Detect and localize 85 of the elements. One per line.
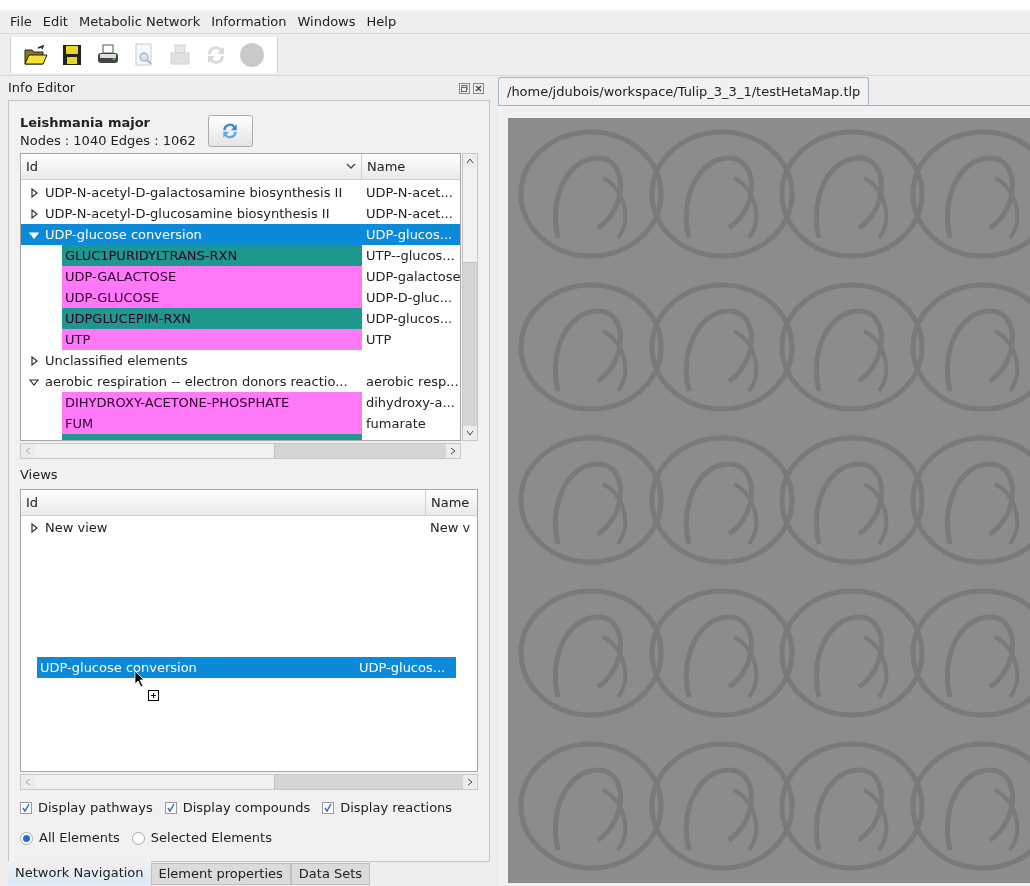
checkbox-label[interactable]: Display pathways <box>38 798 153 818</box>
radio-label[interactable]: Selected Elements <box>150 828 272 848</box>
tree-item-name: dihydroxy-a... <box>365 393 455 412</box>
scrollbar-thumb[interactable] <box>463 168 477 263</box>
tree-item-label: UDP-GLUCOSE <box>65 288 160 307</box>
tree-item-label: aerobic respiration -- electron donors reactio... <box>45 372 348 391</box>
expand-arrow-icon[interactable] <box>29 208 39 219</box>
tree-item-label: DIHYDROXY-ACETONE-PHOSPHATE <box>65 393 290 412</box>
menu-item[interactable]: Windows <box>297 11 356 32</box>
drag-item-label: UDP-glucose conversion <box>39 658 198 677</box>
checkbox[interactable] <box>164 802 177 814</box>
tree-row[interactable]: aerobic respiration -- electron donors reactio... aerobic resp... <box>21 371 460 392</box>
tree-item-label: UDP-glucose conversion <box>45 225 202 244</box>
dock-title: Info Editor <box>8 79 76 98</box>
menu-item[interactable]: Metabolic Network <box>78 11 201 32</box>
tree-item-label: FUM <box>65 414 94 433</box>
tree-item-name: UDP-N-acet... <box>365 204 453 223</box>
expand-arrow-icon[interactable] <box>29 187 39 198</box>
tab[interactable]: Network Navigation <box>8 861 151 885</box>
radio-button[interactable] <box>131 831 145 845</box>
checkbox-label[interactable]: Display reactions <box>340 798 453 818</box>
horizontal-scrollbar[interactable] <box>20 443 461 459</box>
tree-item-label: UDP-GALACTOSE <box>65 267 177 286</box>
tree-child-row[interactable]: FUM <box>62 413 362 434</box>
tree-item-label: Unclassified elements <box>45 351 188 370</box>
tab[interactable]: Data Sets <box>290 863 371 885</box>
collapse-arrow-icon[interactable] <box>29 376 39 387</box>
column-header[interactable]: Name <box>362 154 460 179</box>
expand-arrow-icon[interactable] <box>29 522 39 533</box>
tree-item-label: UDPGLUCEPIM-RXN <box>65 309 192 328</box>
tree-row[interactable]: UDP-N-acetyl-D-galactosamine biosynthesis II UDP-N-acet... <box>21 182 460 203</box>
tree-child-row[interactable]: DIHYDROXY-ACETONE-PHOSPHATE <box>62 392 362 413</box>
tree-item-name: UDP-glucos... <box>365 309 453 328</box>
tree-item-name: fumarate <box>365 414 426 433</box>
radio-label[interactable]: All Elements <box>39 828 120 848</box>
menu-item[interactable]: Edit <box>42 11 68 32</box>
scrollbar-thumb[interactable] <box>35 775 275 789</box>
tree-child-row[interactable]: UDPGLUCEPIM-RXN <box>62 308 362 329</box>
tree-item-label: UDP-N-acetyl-D-glucosamine biosynthesis II <box>45 204 330 223</box>
tree-item-name: aerobic resp... <box>365 372 459 391</box>
expand-arrow-icon[interactable] <box>29 355 39 366</box>
tree-row[interactable]: UDP-N-acetyl-D-glucosamine biosynthesis II UDP-N-acet... <box>21 203 460 224</box>
tree-item-label: New view <box>45 518 108 537</box>
close-icon[interactable] <box>473 82 484 94</box>
checkbox[interactable] <box>20 802 32 814</box>
tree-child-row[interactable]: UTP <box>62 329 362 350</box>
column-header[interactable]: Id <box>21 154 362 179</box>
horizontal-scrollbar[interactable] <box>20 774 478 790</box>
views-label: Views <box>20 466 59 484</box>
document-tab[interactable]: /home/jdubois/workspace/Tulip_3_3_1/testHetaMap.tlp <box>498 77 870 105</box>
float-icon[interactable] <box>459 82 470 94</box>
drag-copy-icon <box>148 690 159 701</box>
tree-row[interactable]: UDP-glucose conversion UDP-glucos... <box>21 224 460 245</box>
tree-child-row[interactable]: UDP-GALACTOSE <box>62 266 362 287</box>
tree-item-label: UTP <box>65 330 91 349</box>
tree-row[interactable]: New view New v <box>21 517 477 538</box>
drag-item-name: UDP-glucos... <box>359 658 446 677</box>
menu-item[interactable]: Information <box>211 11 287 32</box>
menu-item[interactable]: Help <box>366 11 397 32</box>
mouse-cursor-icon <box>134 670 146 688</box>
checkbox-label[interactable]: Display compounds <box>182 798 311 818</box>
tree-item-name: UDP-glucos... <box>365 225 453 244</box>
menu-item[interactable]: File <box>10 11 32 32</box>
tree-item-name: UDP-N-acet... <box>365 183 453 202</box>
tree-item-name: New v <box>429 518 471 537</box>
tree-item-name: UDP-galactose <box>365 267 460 286</box>
tab[interactable]: Element properties <box>150 863 291 885</box>
tree-row[interactable]: Unclassified elements <box>21 350 460 371</box>
refresh-button[interactable] <box>207 115 253 147</box>
column-header[interactable]: Id <box>21 490 426 515</box>
sort-chevron-icon <box>346 163 356 170</box>
radio-button[interactable] <box>20 831 33 845</box>
tree-item-label: UDP-N-acetyl-D-galactosamine biosynthesis II <box>45 183 343 202</box>
tree-item-name: UDP-D-gluc... <box>365 288 453 307</box>
tree-item-label: GLUC1PURIDYLTRANS-RXN <box>65 246 238 265</box>
graph-stats: Nodes : 1040 Edges : 1062 <box>20 132 196 150</box>
tree-child-row[interactable]: GLUC1PURIDYLTRANS-RXN <box>62 245 362 266</box>
checkbox[interactable] <box>322 802 335 814</box>
column-header[interactable]: Name <box>426 490 477 515</box>
tree-child-row[interactable]: UDP-GLUCOSE <box>62 287 362 308</box>
scrollbar-thumb[interactable] <box>35 444 275 458</box>
tree-item-name: UTP--glucos... <box>365 246 455 265</box>
tree-item-name: UTP <box>365 330 392 349</box>
vertical-scrollbar[interactable] <box>462 153 478 441</box>
graph-name: Leishmania major <box>20 115 151 131</box>
